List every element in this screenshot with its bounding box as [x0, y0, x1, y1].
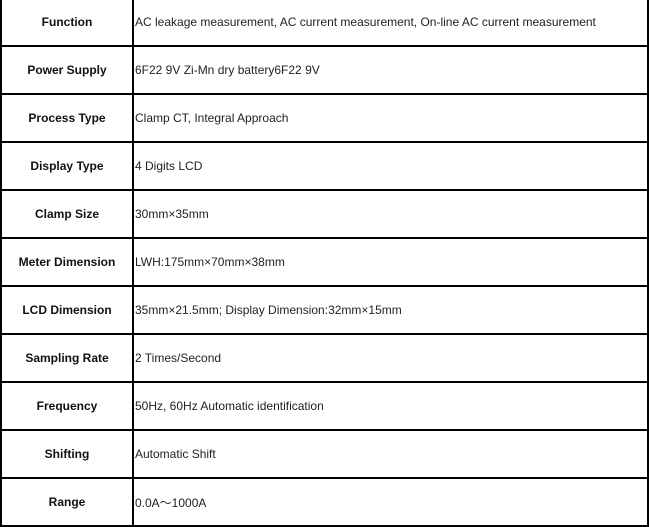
table-row: LCD Dimension 35mm×21.5mm; Display Dimens…: [2, 287, 647, 335]
row-label: LCD Dimension: [2, 287, 134, 333]
table-row: Shifting Automatic Shift: [2, 431, 647, 479]
row-label: Shifting: [2, 431, 134, 477]
table-row: Power Supply 6F22 9V Zi-Mn dry battery6F2…: [2, 47, 647, 95]
row-value: Automatic Shift: [135, 447, 216, 461]
row-label: Sampling Rate: [2, 335, 134, 381]
row-value: 35mm×21.5mm; Display Dimension:32mm×15mm: [135, 303, 402, 317]
table-row: Process Type Clamp CT, Integral Approach: [2, 95, 647, 143]
row-value: Clamp CT, Integral Approach: [135, 111, 289, 125]
row-label: Clamp Size: [2, 191, 134, 237]
table-row: Function AC leakage measurement, AC curre…: [2, 0, 647, 47]
row-value: 6F22 9V Zi-Mn dry battery6F22 9V: [135, 63, 320, 77]
table-row: Frequency 50Hz, 60Hz Automatic identifica…: [2, 383, 647, 431]
row-value: 50Hz, 60Hz Automatic identification: [135, 399, 324, 413]
row-label: Power Supply: [2, 47, 134, 93]
row-label: Display Type: [2, 143, 134, 189]
row-value: LWH:175mm×70mm×38mm: [135, 255, 285, 269]
table-row: Display Type 4 Digits LCD: [2, 143, 647, 191]
table-row: Meter Dimension LWH:175mm×70mm×38mm: [2, 239, 647, 287]
table-row: Sampling Rate 2 Times/Second: [2, 335, 647, 383]
table-row: Clamp Size 30mm×35mm: [2, 191, 647, 239]
row-label: Function: [2, 0, 134, 45]
row-label: Frequency: [2, 383, 134, 429]
row-label: Range: [2, 479, 134, 525]
row-value: 4 Digits LCD: [135, 159, 203, 173]
table-row: Range 0.0A～1000A: [2, 479, 647, 527]
row-label: Meter Dimension: [2, 239, 134, 285]
row-label: Process Type: [2, 95, 134, 141]
spec-table: Function AC leakage measurement, AC curre…: [0, 0, 649, 527]
row-value: 2 Times/Second: [135, 351, 222, 365]
row-value: AC leakage measurement, AC current measu…: [135, 15, 596, 29]
row-value: 0.0A～1000A: [135, 495, 207, 510]
row-value: 30mm×35mm: [135, 207, 209, 221]
